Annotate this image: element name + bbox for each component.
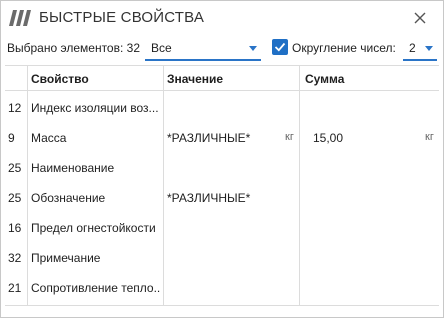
table-row[interactable]: 21 Сопротивление тепло... bbox=[5, 271, 439, 301]
row-property: Сопротивление тепло... bbox=[31, 281, 161, 295]
chevron-down-icon bbox=[249, 46, 257, 51]
row-count: 25 bbox=[8, 191, 22, 205]
properties-table: Свойство Значение Сумма 12 Индекс изоляц… bbox=[5, 65, 439, 306]
row-value[interactable]: *РАЗЛИЧНЫЕ* bbox=[167, 191, 299, 205]
table-row[interactable]: 9 Масса *РАЗЛИЧНЫЕ* кг 15,00 кг bbox=[5, 121, 439, 151]
table-row[interactable]: 12 Индекс изоляции воз... bbox=[5, 91, 439, 121]
table-row[interactable]: 32 Примечание bbox=[5, 241, 439, 271]
selected-count-label: Выбрано элементов: 32 bbox=[7, 41, 140, 55]
row-property: Масса bbox=[31, 131, 67, 145]
rounding-dropdown[interactable]: 2 bbox=[403, 37, 437, 61]
filter-value: Все bbox=[151, 41, 172, 55]
close-icon[interactable] bbox=[409, 7, 431, 29]
row-property: Обозначение bbox=[31, 191, 106, 205]
toolbar: Выбрано элементов: 32 Все Округление чис… bbox=[1, 37, 443, 61]
column-header-value[interactable]: Значение bbox=[167, 72, 223, 86]
row-property: Примечание bbox=[31, 251, 101, 265]
table-row[interactable]: 25 Обозначение *РАЗЛИЧНЫЕ* bbox=[5, 181, 439, 211]
window-title: БЫСТРЫЕ СВОЙСТВА bbox=[39, 9, 205, 26]
row-count: 25 bbox=[8, 161, 22, 175]
row-count: 16 bbox=[8, 221, 22, 235]
row-count: 32 bbox=[8, 251, 22, 265]
rounding-label: Округление чисел: bbox=[292, 41, 396, 55]
table-header: Свойство Значение Сумма bbox=[5, 66, 439, 91]
row-count: 9 bbox=[8, 131, 15, 145]
table-bottom-border bbox=[5, 305, 439, 306]
row-sum-unit: кг bbox=[425, 131, 434, 143]
title-bar: БЫСТРЫЕ СВОЙСТВА bbox=[1, 1, 443, 35]
row-property: Индекс изоляции воз... bbox=[31, 101, 159, 115]
logo-icon bbox=[9, 10, 31, 26]
row-count: 12 bbox=[8, 101, 22, 115]
rounding-value: 2 bbox=[409, 41, 416, 55]
row-value-unit: кг bbox=[285, 131, 294, 143]
rounding-checkbox[interactable] bbox=[272, 39, 288, 55]
row-value[interactable]: *РАЗЛИЧНЫЕ* bbox=[167, 131, 299, 145]
checkmark-icon bbox=[274, 42, 286, 52]
table-row[interactable]: 16 Предел огнестойкости bbox=[5, 211, 439, 241]
row-property: Наименование bbox=[31, 161, 115, 175]
chevron-down-icon bbox=[425, 46, 433, 51]
quick-properties-window: БЫСТРЫЕ СВОЙСТВА Выбрано элементов: 32 В… bbox=[0, 0, 444, 318]
column-header-sum[interactable]: Сумма bbox=[305, 72, 344, 86]
row-sum: 15,00 bbox=[313, 131, 344, 145]
filter-dropdown[interactable]: Все bbox=[145, 37, 261, 61]
column-header-property[interactable]: Свойство bbox=[31, 72, 89, 86]
table-row[interactable]: 25 Наименование bbox=[5, 151, 439, 181]
row-count: 21 bbox=[8, 281, 22, 295]
row-property: Предел огнестойкости bbox=[31, 221, 156, 235]
